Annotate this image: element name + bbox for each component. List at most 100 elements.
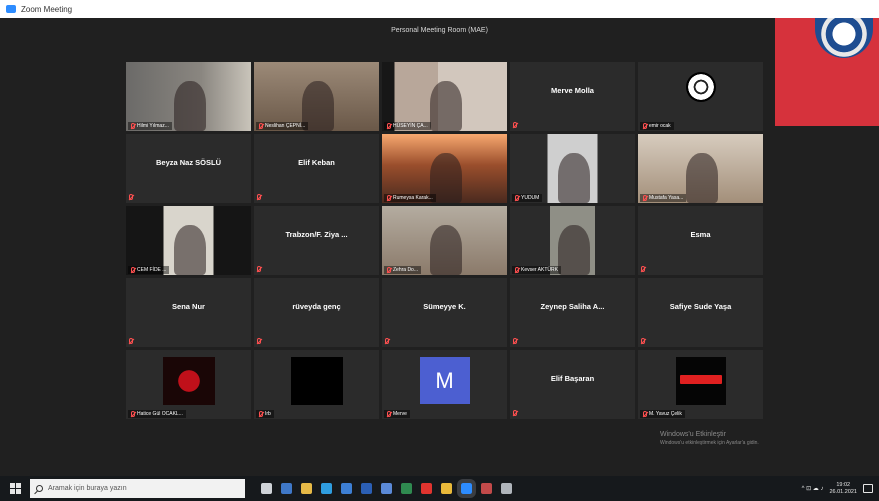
participant-label: Rumeysa Karak... xyxy=(384,194,436,202)
mic-muted-icon xyxy=(131,411,135,417)
participant-tile[interactable]: rüveyda genç xyxy=(254,278,379,347)
profile-picture xyxy=(685,72,716,102)
participant-figure xyxy=(557,153,590,203)
participant-tile[interactable]: Beyza Naz SÖSLÜ xyxy=(126,134,251,203)
participant-video xyxy=(254,62,379,131)
participant-tile[interactable]: Mustafa Yasa... xyxy=(638,134,763,203)
mic-muted-icon xyxy=(387,195,391,201)
participant-tile[interactable]: Sena Nur xyxy=(126,278,251,347)
participant-label-text: M. Yavuz Çelik xyxy=(649,411,682,417)
watermark-title: Windows'u Etkinleştir xyxy=(660,431,726,438)
settings-icon[interactable] xyxy=(501,483,512,494)
system-tray: ^ ⊡ ☁ ♪ 19:02 26.01.2021 xyxy=(802,482,879,495)
participant-name: Beyza Naz SÖSLÜ xyxy=(155,158,222,167)
participant-label-text: Hatice Gül OCAKL... xyxy=(137,411,183,417)
participant-video xyxy=(510,206,635,275)
participant-video xyxy=(126,206,251,275)
participant-name: Safiye Sude Yaşa xyxy=(669,302,732,311)
participant-label: YUDUM xyxy=(512,194,543,202)
photos-icon[interactable] xyxy=(381,483,392,494)
participant-tile[interactable]: M. Yavuz Çelik xyxy=(638,350,763,419)
participant-tile[interactable]: Elif Keban xyxy=(254,134,379,203)
pinned-apps xyxy=(261,479,512,498)
participant-tile[interactable]: Safiye Sude Yaşa xyxy=(638,278,763,347)
mail-icon[interactable] xyxy=(341,483,352,494)
window-title: Zoom Meeting xyxy=(21,4,73,14)
app-icon[interactable] xyxy=(481,483,492,494)
participant-label-text: Kevser AKTÜRK xyxy=(521,267,558,273)
participant-label-text: YUDUM xyxy=(521,195,540,201)
tray-icons[interactable]: ^ ⊡ ☁ ♪ xyxy=(802,485,824,492)
participant-tile[interactable]: Sümeyye K. xyxy=(382,278,507,347)
mic-muted-icon xyxy=(387,411,391,417)
participant-label-text: Merve xyxy=(393,411,407,417)
mic-muted-icon xyxy=(131,123,135,129)
opera-icon[interactable] xyxy=(421,483,432,494)
participant-video xyxy=(638,134,763,203)
mic-muted-icon xyxy=(641,338,645,344)
mic-muted-icon xyxy=(641,266,645,272)
chrome-icon[interactable] xyxy=(441,483,452,494)
mic-muted-icon xyxy=(387,267,391,273)
participant-label: HÜSEYİN ÇA... xyxy=(384,122,431,130)
participant-tile[interactable]: Kevser AKTÜRK xyxy=(510,206,635,275)
excel-icon[interactable] xyxy=(401,483,412,494)
task-view-icon[interactable] xyxy=(261,483,272,494)
participant-figure xyxy=(429,225,462,275)
participant-tile[interactable]: CEM FİDE ... xyxy=(126,206,251,275)
participant-tile[interactable]: Hatice Gül OCAKL... xyxy=(126,350,251,419)
participant-name: Elif Keban xyxy=(298,158,335,167)
participant-tile[interactable]: Elif Başaran xyxy=(510,350,635,419)
word-icon[interactable] xyxy=(361,483,372,494)
participant-tile[interactable]: Zeynep Saliha A... xyxy=(510,278,635,347)
participant-label: Mustafa Yasa... xyxy=(640,194,687,202)
participant-video xyxy=(382,134,507,203)
mic-muted-icon xyxy=(513,338,517,344)
taskbar-search[interactable]: Aramak için buraya yazın xyxy=(30,479,245,498)
participant-tile[interactable]: emir ocak xyxy=(638,62,763,131)
clock-time: 19:02 xyxy=(836,481,851,488)
mic-muted-icon xyxy=(257,266,261,272)
start-button[interactable] xyxy=(0,476,30,501)
participant-tile[interactable]: Zehra Do... xyxy=(382,206,507,275)
participant-tile[interactable]: Trabzon/F. Ziya ... xyxy=(254,206,379,275)
participant-tile[interactable]: Merve Molla xyxy=(510,62,635,131)
mic-muted-icon xyxy=(129,338,133,344)
participant-label: Irb xyxy=(256,410,274,418)
participant-name: Trabzon/F. Ziya ... xyxy=(285,230,348,239)
taskbar: Aramak için buraya yazın ^ ⊡ ☁ ♪ 19:02 2… xyxy=(0,476,879,501)
search-icon xyxy=(36,485,43,492)
participant-label-text: Irb xyxy=(265,411,271,417)
file-explorer-icon[interactable] xyxy=(301,483,312,494)
participant-tile[interactable]: Rumeysa Karak... xyxy=(382,134,507,203)
participant-tile[interactable]: Esma xyxy=(638,206,763,275)
participant-label-text: Zehra Do... xyxy=(393,267,419,273)
participant-label: Hilmi Yılmaz... xyxy=(128,122,172,130)
notification-icon[interactable] xyxy=(863,484,873,493)
participant-label: Hatice Gül OCAKL... xyxy=(128,410,186,418)
clock[interactable]: 19:02 26.01.2021 xyxy=(829,482,857,495)
mic-muted-icon xyxy=(385,338,389,344)
school-badge-ribbon xyxy=(775,18,879,126)
participant-tile[interactable]: Hilmi Yılmaz... xyxy=(126,62,251,131)
watermark-subtitle: Windows'u etkinleştirmek için Ayarlar'a … xyxy=(660,439,759,446)
initial-avatar: M xyxy=(419,357,470,404)
mic-muted-icon xyxy=(257,338,261,344)
participant-tile[interactable]: M Merve xyxy=(382,350,507,419)
store-icon[interactable] xyxy=(281,483,292,494)
participant-tile[interactable]: Neslihan ÇEPNİ... xyxy=(254,62,379,131)
participant-tile[interactable]: Irb xyxy=(254,350,379,419)
zoom-icon xyxy=(6,5,16,13)
mic-muted-icon xyxy=(387,123,391,129)
mic-muted-icon xyxy=(257,194,261,200)
participant-tile[interactable]: YUDUM xyxy=(510,134,635,203)
mic-muted-icon xyxy=(129,194,133,200)
participant-tile[interactable]: HÜSEYİN ÇA... xyxy=(382,62,507,131)
participant-label-text: Mustafa Yasa... xyxy=(649,195,684,201)
participant-name: Esma xyxy=(690,230,711,239)
participant-label-text: HÜSEYİN ÇA... xyxy=(393,123,428,129)
mic-muted-icon xyxy=(131,267,135,273)
edge-icon[interactable] xyxy=(321,483,332,494)
mic-muted-icon xyxy=(513,410,517,416)
zoom-icon[interactable] xyxy=(457,479,476,498)
